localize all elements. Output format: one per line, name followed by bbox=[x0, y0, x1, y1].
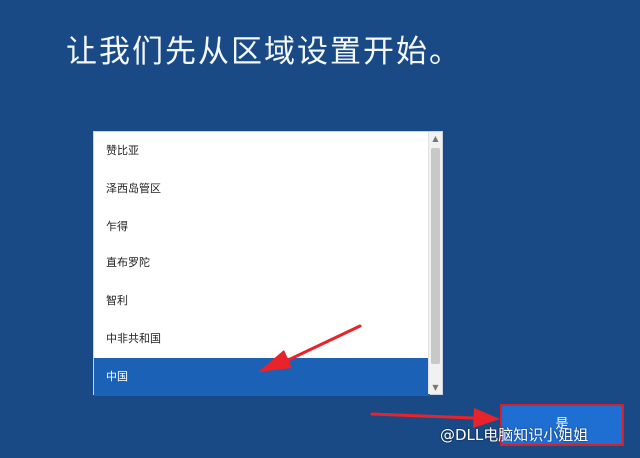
region-list-items: 赞比亚 泽西岛管区 乍得 直布罗陀 智利 中非共和国 中国 bbox=[94, 132, 430, 396]
watermark: @DLL电脑知识小姐姐 bbox=[440, 426, 589, 444]
list-item[interactable]: 智利 bbox=[94, 282, 430, 320]
region-list[interactable]: 赞比亚 泽西岛管区 乍得 直布罗陀 智利 中非共和国 中国 ▲ ▼ bbox=[93, 131, 443, 396]
list-item[interactable]: 乍得 bbox=[94, 208, 430, 246]
list-scrollbar[interactable]: ▲ ▼ bbox=[428, 132, 442, 394]
page-title: 让我们先从区域设置开始。 bbox=[66, 34, 462, 70]
chevron-down-icon[interactable]: ▼ bbox=[429, 381, 442, 394]
list-item[interactable]: 泽西岛管区 bbox=[94, 170, 430, 208]
list-item[interactable]: 直布罗陀 bbox=[94, 244, 430, 282]
list-item[interactable]: 赞比亚 bbox=[94, 132, 430, 170]
list-item[interactable]: 中非共和国 bbox=[94, 320, 430, 358]
scrollbar-thumb[interactable] bbox=[431, 148, 440, 364]
list-item-selected[interactable]: 中国 bbox=[94, 358, 430, 396]
chevron-up-icon[interactable]: ▲ bbox=[429, 132, 442, 145]
